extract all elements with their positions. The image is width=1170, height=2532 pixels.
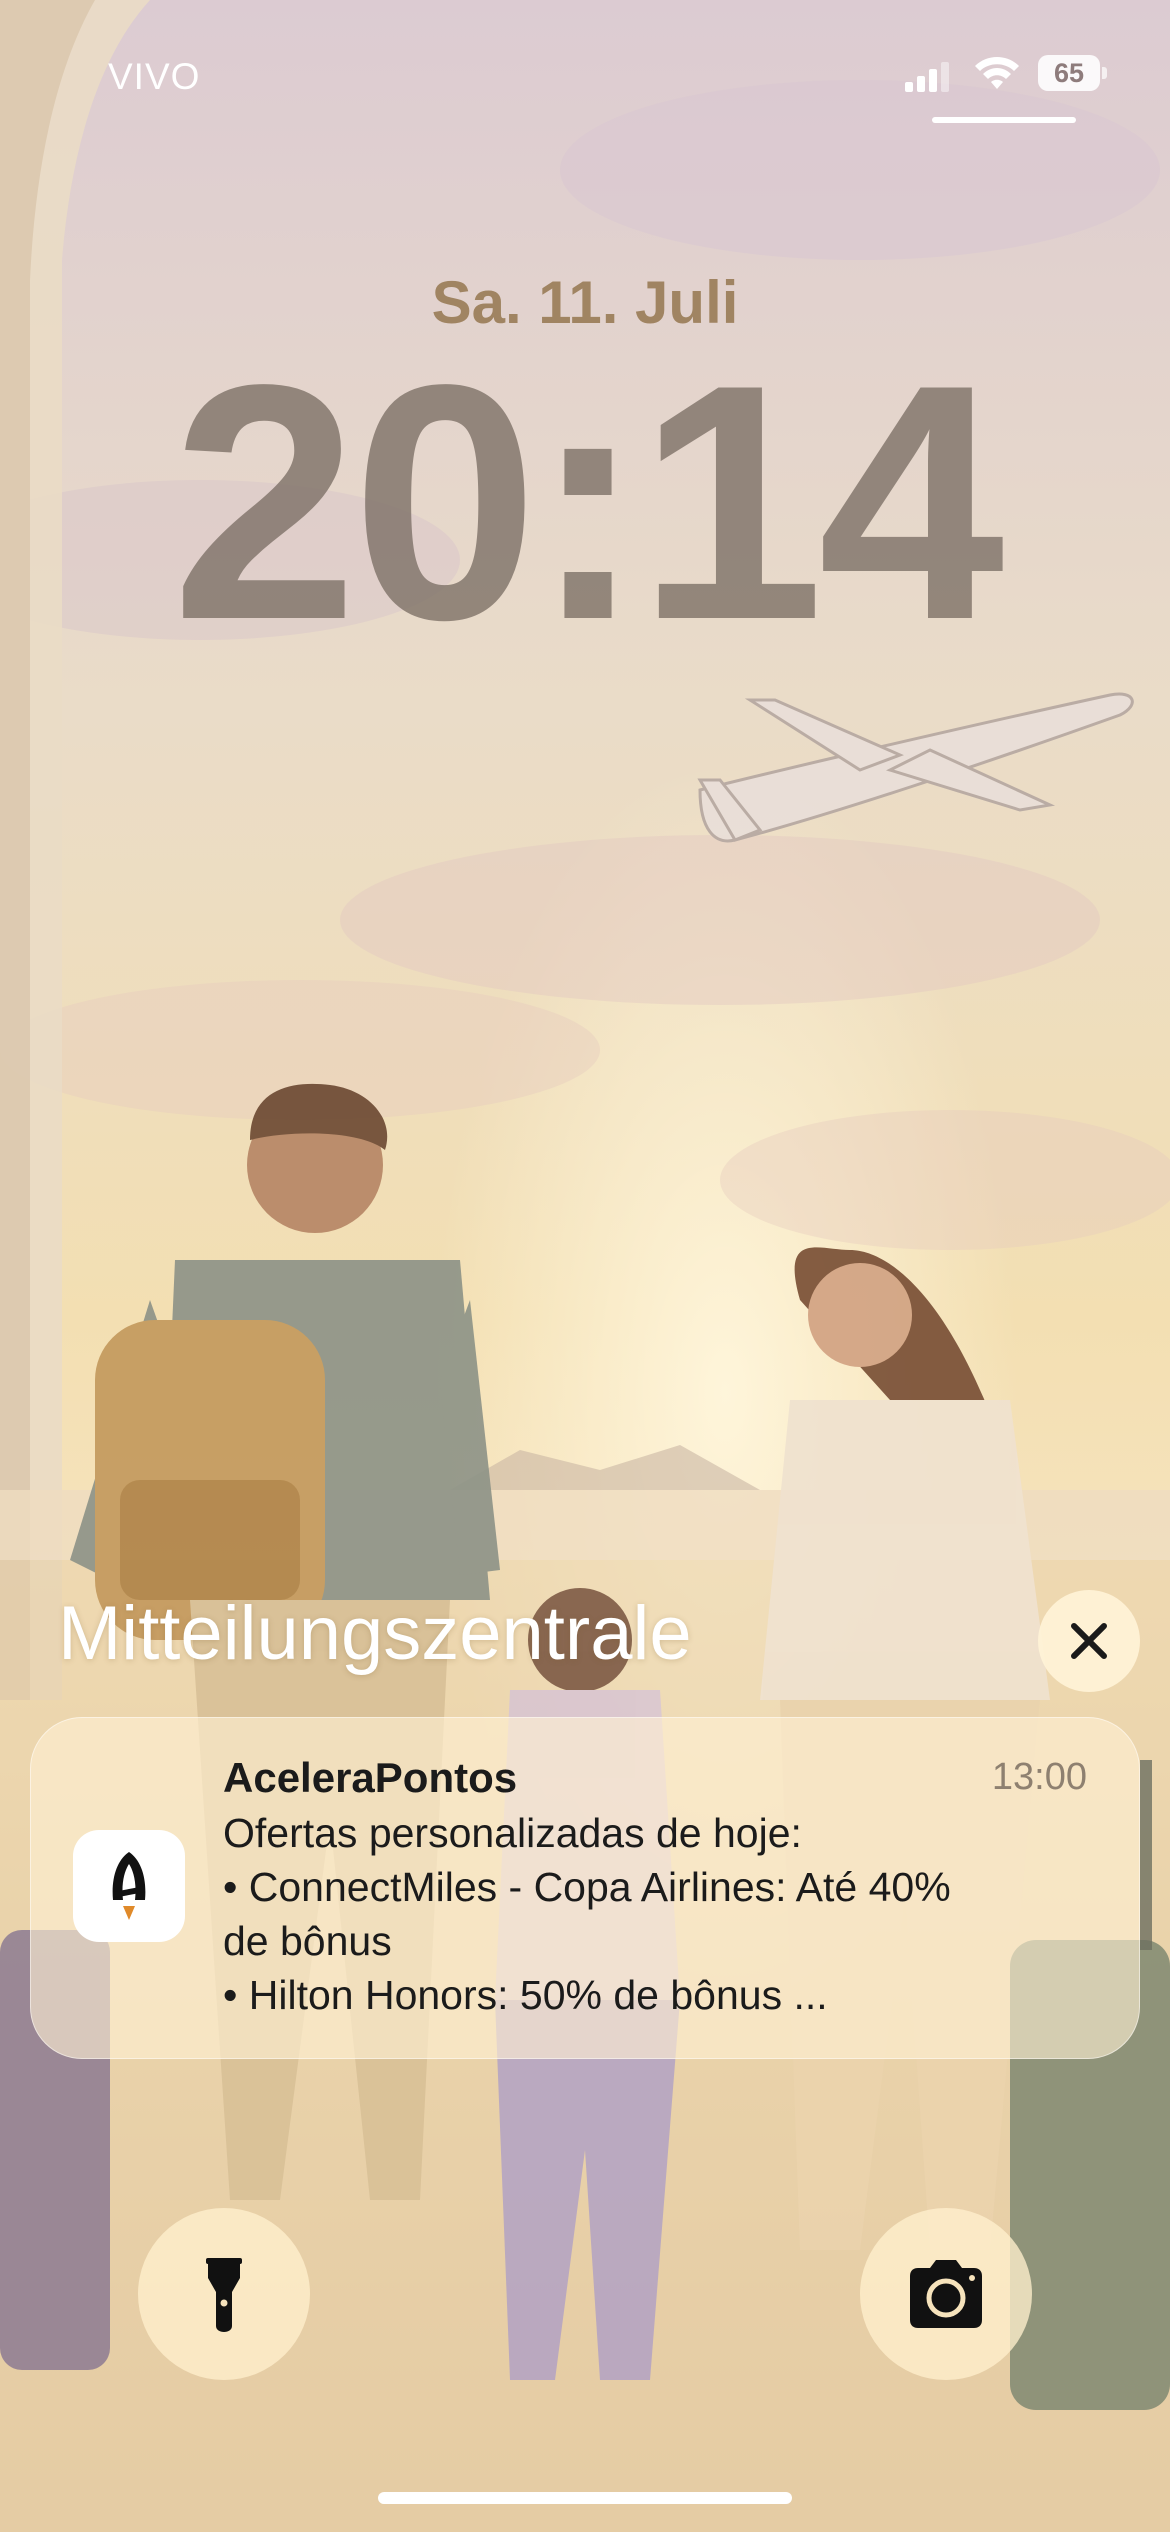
camera-button[interactable] <box>860 2208 1032 2380</box>
acelerapontos-logo-icon <box>112 1852 146 1920</box>
notification-app-name: AceleraPontos <box>223 1754 518 1801</box>
focus-indicator <box>932 117 1076 123</box>
battery-icon: 65 <box>1038 55 1108 91</box>
notification-body: Ofertas personalizadas de hoje: • Connec… <box>223 1806 1103 2022</box>
close-icon <box>1071 1623 1107 1659</box>
notification-line: • Hilton Honors: 50% de bônus ... <box>223 1972 828 2018</box>
notification-center-title: Mitteilungszentrale <box>58 1591 692 1676</box>
notification-line: • ConnectMiles - Copa Airlines: Até 40% <box>223 1864 951 1910</box>
app-icon <box>73 1830 185 1942</box>
notification-line: Ofertas personalizadas de hoje: <box>223 1810 802 1856</box>
flashlight-icon <box>206 2258 242 2332</box>
camera-icon <box>910 2260 982 2328</box>
status-bar: VIVO 65 <box>0 0 1170 150</box>
wifi-icon <box>975 57 1019 89</box>
cellular-signal-icon <box>905 62 949 92</box>
notification-line: de bônus <box>223 1918 392 1964</box>
clear-notifications-button[interactable] <box>1038 1590 1140 1692</box>
carrier-label: VIVO <box>108 56 201 97</box>
home-indicator[interactable] <box>378 2492 792 2504</box>
notification-card[interactable]: AceleraPontos 13:00 Ofertas personalizad… <box>30 1717 1140 2059</box>
lock-screen-time: 20:14 <box>171 315 1005 689</box>
flashlight-button[interactable] <box>138 2208 310 2380</box>
notification-time: 13:00 <box>991 1756 1087 1798</box>
battery-level: 65 <box>1053 58 1085 88</box>
